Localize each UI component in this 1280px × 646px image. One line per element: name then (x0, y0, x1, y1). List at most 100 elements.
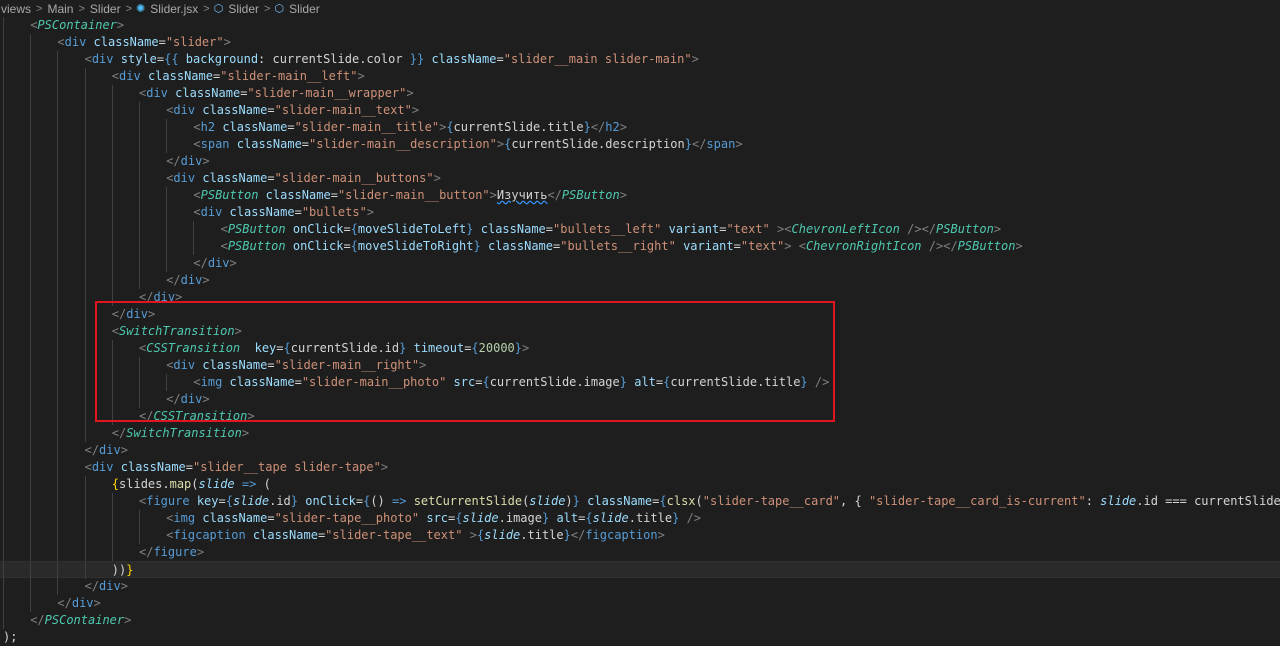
indent-guide (111, 289, 113, 306)
indent-guide (111, 527, 113, 544)
code-token: figcaption (173, 528, 246, 542)
code-token: </ (921, 222, 937, 236)
code-token: slides. (119, 477, 170, 491)
code-token: }} (409, 52, 425, 66)
indent-guide (111, 493, 113, 510)
code-line[interactable]: <div className="slider-main__wrapper"> (0, 85, 1280, 102)
code-line[interactable]: <div className="slider-main__buttons"> (0, 170, 1280, 187)
code-token: "bullets__left" (553, 222, 662, 236)
code-line[interactable]: <h2 className="slider-main__title">{curr… (0, 119, 1280, 136)
code-token: = (185, 460, 194, 474)
code-line[interactable]: {slides.map(slide => ( (0, 476, 1280, 493)
code-line[interactable]: </div> (0, 306, 1280, 323)
code-line[interactable]: <PSContainer> (0, 17, 1280, 34)
code-token: < (193, 375, 201, 389)
indent-guide (30, 102, 32, 119)
indent-guide (111, 374, 113, 391)
code-line[interactable]: </div> (0, 595, 1280, 612)
code-line[interactable]: <div className="slider-main__left"> (0, 68, 1280, 85)
breadcrumb-item-slider-folder[interactable]: Slider (89, 2, 122, 16)
code-line[interactable]: </div> (0, 289, 1280, 306)
code-token: { (283, 341, 291, 355)
code-token: < (111, 324, 120, 338)
code-line[interactable]: <div className="slider-main__right"> (0, 357, 1280, 374)
code-line[interactable]: </div> (0, 153, 1280, 170)
code-line[interactable]: <img className="slider-main__photo" src=… (0, 374, 1280, 391)
code-token: )) (111, 563, 127, 577)
indent-guide (3, 408, 4, 425)
code-token: SwitchTransition (126, 426, 242, 440)
code-token: className (487, 239, 553, 253)
code-token: < (111, 69, 120, 83)
code-line[interactable]: </SwitchTransition> (0, 425, 1280, 442)
code-text: <PSButton onClick={moveSlideToLeft} clas… (221, 221, 1001, 238)
code-token: </ (547, 188, 562, 202)
code-line[interactable]: </div> (0, 442, 1280, 459)
code-line[interactable]: </CSSTransition> (0, 408, 1280, 425)
indent-guide (3, 17, 4, 34)
code-token: } (126, 563, 134, 577)
indent-guide (3, 238, 4, 255)
breadcrumb-separator: > (125, 2, 133, 15)
code-token: } (619, 375, 627, 389)
code-token: "slider-main__button" (337, 188, 490, 202)
code-line[interactable]: <div className="bullets"> (0, 204, 1280, 221)
code-line[interactable]: <PSButton className="slider-main__button… (0, 187, 1280, 204)
code-token: < (784, 222, 792, 236)
code-token: </ (139, 409, 154, 423)
indent-guide (84, 340, 86, 357)
indent-guide (139, 204, 140, 221)
indent-guide (84, 170, 86, 187)
code-token: PSButton (561, 188, 620, 202)
code-line[interactable]: <figcaption className="slider-tape__text… (0, 527, 1280, 544)
code-text: <CSSTransition key={currentSlide.id} tim… (139, 340, 529, 357)
code-line[interactable]: <span className="slider-main__descriptio… (0, 136, 1280, 153)
code-token: div (173, 358, 196, 372)
indent-guide (30, 357, 32, 374)
indent-guide (84, 187, 86, 204)
indent-guide (3, 255, 4, 272)
code-line[interactable]: <img className="slider-tape__photo" src=… (0, 510, 1280, 527)
indent-guide (30, 272, 32, 289)
code-token: : currentSlide.color (258, 52, 410, 66)
breadcrumb-item-main[interactable]: Main (46, 2, 74, 16)
code-editor[interactable]: <PSContainer> <div className="slider"> <di… (0, 17, 1280, 644)
breadcrumb-item-symbol-child[interactable]: Slider (288, 2, 321, 16)
code-line[interactable]: <div className="slider"> (0, 34, 1280, 51)
code-line[interactable]: </PSContainer> (0, 612, 1280, 629)
code-token: /> (928, 239, 944, 253)
code-line[interactable]: <div style = {{ background: currentSlide.c… (0, 51, 1280, 68)
code-token: = (301, 137, 310, 151)
code-line[interactable]: </div> (0, 255, 1280, 272)
code-line[interactable]: <PSButton onClick={moveSlideToLeft} clas… (0, 221, 1280, 238)
code-token: background (185, 52, 259, 66)
code-text: <img className="slider-tape__photo" src=… (166, 510, 701, 527)
code-line[interactable]: ))} (0, 561, 1280, 579)
code-line[interactable]: </figure> (0, 544, 1280, 561)
indent-guide (3, 102, 4, 119)
indent-guide (3, 527, 4, 544)
code-token: div (99, 443, 121, 457)
breadcrumb-item-symbol[interactable]: Slider (227, 2, 260, 16)
code-line[interactable]: <CSSTransition key={currentSlide.id} tim… (0, 340, 1280, 357)
code-line[interactable]: </div> (0, 391, 1280, 408)
breadcrumb-item-file[interactable]: Slider.jsx (149, 2, 199, 16)
code-token: div (173, 171, 196, 185)
code-line[interactable]: <PSButton onClick={moveSlideToRight} cla… (0, 238, 1280, 255)
code-line[interactable]: ); (0, 629, 1280, 646)
code-line[interactable]: <div className="slider-main__text"> (0, 102, 1280, 119)
code-line[interactable]: </div> (0, 578, 1280, 595)
code-token: h2 (605, 120, 620, 134)
code-line[interactable]: <div className="slider__tape slider-tape… (0, 459, 1280, 476)
indent-guide (84, 68, 86, 85)
indent-guide (30, 221, 32, 238)
breadcrumb-item-views[interactable]: views (0, 2, 32, 16)
code-token: onClick (305, 494, 356, 508)
code-text: </div> (85, 442, 128, 459)
code-line[interactable]: </div> (0, 272, 1280, 289)
code-line[interactable]: <SwitchTransition> (0, 323, 1280, 340)
code-line[interactable]: <figure key={slide.id} onClick={() => se… (0, 493, 1280, 510)
